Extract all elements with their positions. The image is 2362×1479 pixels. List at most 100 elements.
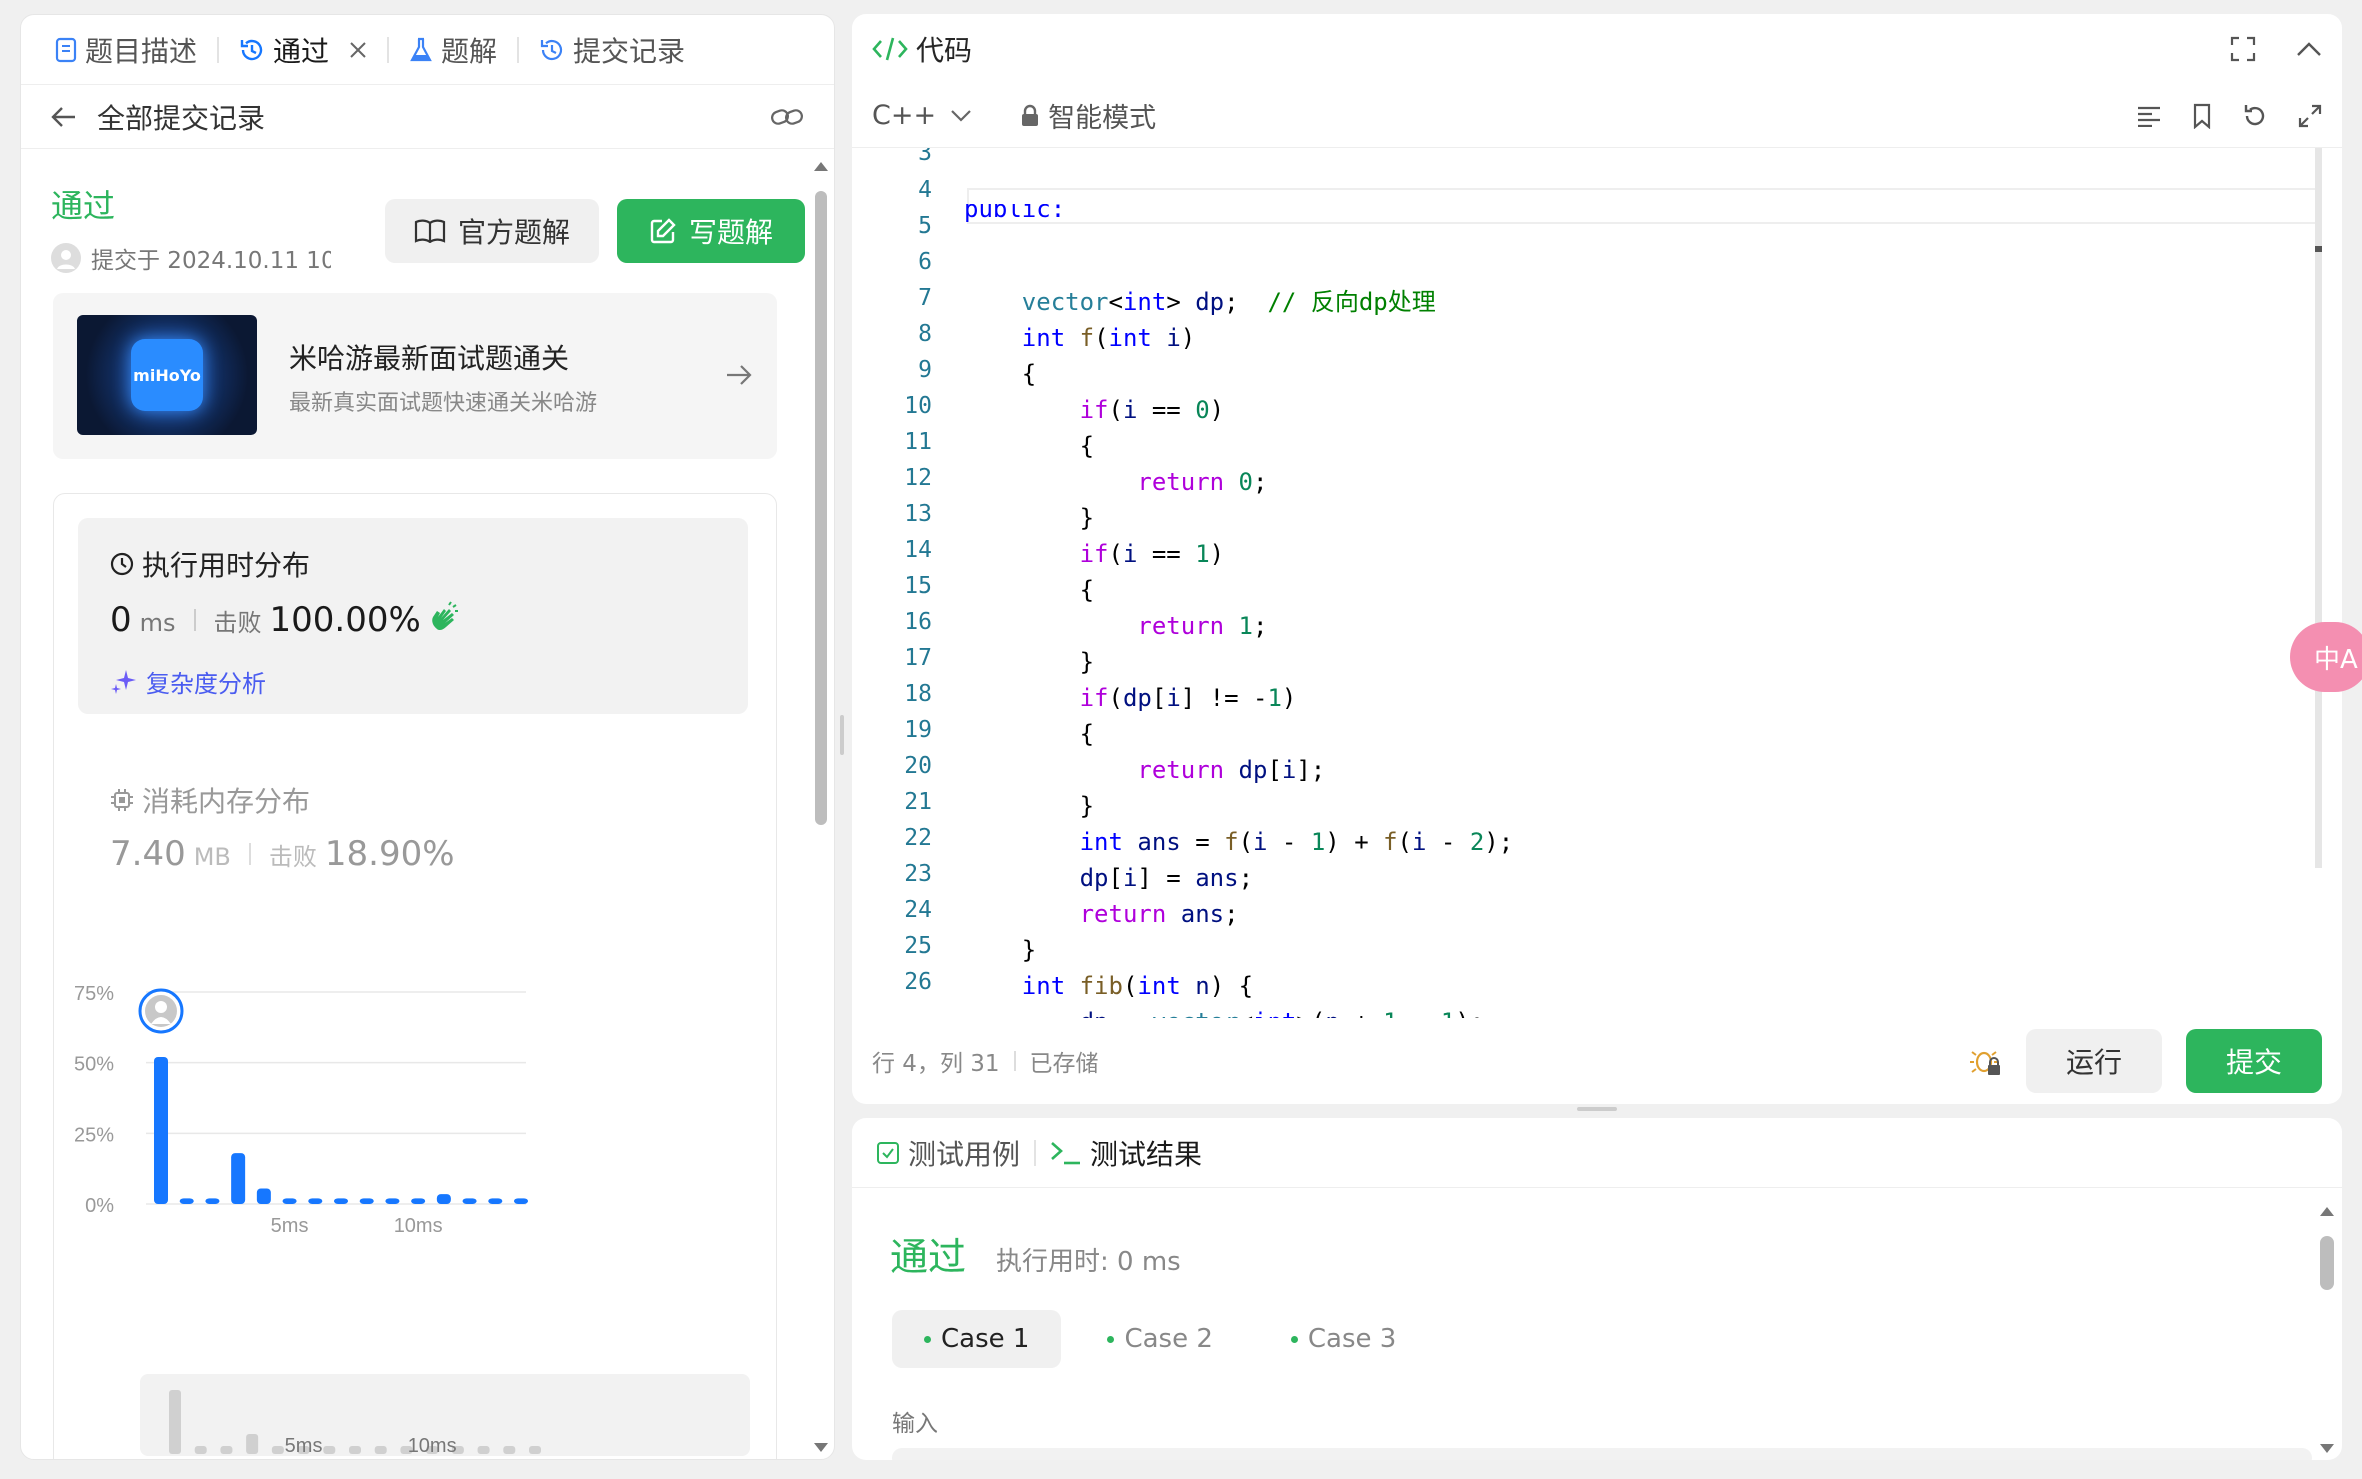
chart-bar[interactable] bbox=[359, 1198, 374, 1204]
tab-accepted[interactable]: 通过 bbox=[229, 30, 377, 70]
code-line: } bbox=[964, 792, 1095, 820]
translate-badge[interactable]: 中A bbox=[2290, 622, 2362, 692]
mihoyo-logo: miHoYo bbox=[77, 315, 257, 435]
line-number: 4 bbox=[918, 177, 932, 203]
chart-bar[interactable] bbox=[334, 1198, 348, 1204]
debug-icon[interactable] bbox=[1970, 1045, 2002, 1077]
input-box[interactable] bbox=[892, 1448, 2312, 1460]
chart-bar[interactable] bbox=[256, 1188, 271, 1204]
official-solution-button[interactable]: 官方题解 bbox=[385, 199, 599, 263]
line-number: 7 bbox=[918, 285, 932, 311]
horizontal-splitter-handle[interactable] bbox=[1577, 1107, 1617, 1111]
runtime-box[interactable]: 执行用时分布 0 ms 击败 100.00% 复杂度分析 bbox=[78, 518, 748, 714]
fullscreen-icon[interactable] bbox=[2230, 36, 2256, 62]
code-line: vector<int> dp; // 反向dp处理 bbox=[1021, 288, 1436, 316]
line-number: 16 bbox=[904, 609, 932, 635]
code-line: return dp[i]; bbox=[1137, 756, 1326, 784]
checkbox-icon bbox=[876, 1141, 900, 1165]
status-accepted: 通过 bbox=[51, 187, 116, 225]
tab-solutions[interactable]: 题解 bbox=[399, 30, 507, 70]
collapse-icon[interactable] bbox=[2296, 41, 2322, 57]
chart-bar[interactable] bbox=[436, 1194, 451, 1204]
chart-bar[interactable] bbox=[308, 1198, 323, 1204]
code-line: int ans = f(i - 1) + f(i - 2); bbox=[1079, 828, 1514, 856]
vertical-splitter-handle[interactable] bbox=[840, 715, 844, 755]
test-runtime: 执行用时: 0 ms bbox=[996, 1247, 1181, 1277]
scroll-thumb[interactable] bbox=[2320, 1236, 2334, 1290]
language-label: C++ bbox=[872, 100, 937, 131]
tab-testcases-label: 测试用例 bbox=[908, 1137, 1021, 1171]
complexity-label: 复杂度分析 bbox=[146, 670, 266, 698]
line-number: 3 bbox=[918, 148, 932, 166]
case-tab-3[interactable]: Case 3 bbox=[1259, 1310, 1428, 1368]
code-line: return 0; bbox=[1137, 468, 1268, 496]
chart-bar[interactable] bbox=[231, 1153, 246, 1204]
scroll-down-icon[interactable] bbox=[2316, 1438, 2338, 1458]
promo-card[interactable]: miHoYo 米哈游最新面试题通关 最新真实面试题快速通关米哈游 bbox=[53, 293, 777, 459]
smart-mode-label: 智能模式 bbox=[1048, 103, 1157, 134]
pass-dot bbox=[1107, 1335, 1115, 1343]
case-tab-label: Case 1 bbox=[941, 1324, 1030, 1354]
minimap-tick-label: 5ms bbox=[285, 1435, 323, 1456]
code-content: public: vector<int> dp; // 反向dp处理 int f(… bbox=[964, 148, 1513, 1018]
complexity-analysis-link[interactable]: 复杂度分析 bbox=[110, 664, 266, 699]
back-to-submissions[interactable]: 全部提交记录 bbox=[51, 97, 265, 137]
link-icon[interactable] bbox=[770, 106, 804, 128]
tab-description[interactable]: 题目描述 bbox=[45, 30, 207, 70]
left-scrollbar[interactable] bbox=[810, 157, 832, 1457]
code-editor[interactable]: 3 4 5 6 7 8 9 10 11 12 13 14 15 16 17 18 19 20 21 22 23 24 25… bbox=[852, 148, 2322, 1018]
code-line: if(i == 1) bbox=[1079, 540, 1225, 568]
code-line: int fib(int n) { bbox=[1021, 972, 1254, 1000]
reset-icon[interactable] bbox=[2242, 103, 2268, 129]
chart-bar[interactable] bbox=[385, 1198, 400, 1204]
language-select[interactable]: C++ bbox=[872, 100, 972, 131]
editor-toolbar-right bbox=[2136, 103, 2322, 129]
chart-bar[interactable] bbox=[205, 1198, 220, 1204]
tab-testcases[interactable]: 测试用例 bbox=[876, 1133, 1020, 1173]
close-icon[interactable] bbox=[349, 41, 367, 59]
memory-stats: 7.40 MB 击败 18.90% bbox=[110, 834, 455, 874]
test-result-summary: 通过 执行用时: 0 ms bbox=[890, 1226, 1181, 1281]
case-tab-1[interactable]: Case 1 bbox=[892, 1310, 1062, 1368]
case-tab-2[interactable]: Case 2 bbox=[1075, 1310, 1244, 1368]
submit-button[interactable]: 提交 bbox=[2186, 1029, 2322, 1093]
smart-mode[interactable]: 智能模式 bbox=[1020, 96, 1156, 135]
chart-bar[interactable] bbox=[179, 1198, 194, 1204]
scroll-down-icon[interactable] bbox=[810, 1437, 832, 1457]
scroll-up-icon[interactable] bbox=[810, 157, 832, 177]
code-header: 代码 bbox=[852, 14, 2342, 84]
write-solution-button[interactable]: 写题解 bbox=[617, 199, 805, 263]
expand-icon[interactable] bbox=[2298, 104, 2322, 128]
line-number: 20 bbox=[904, 753, 932, 779]
test-scrollbar[interactable] bbox=[2316, 1202, 2338, 1458]
chart-bar[interactable] bbox=[514, 1198, 528, 1204]
memory-header[interactable]: 消耗内存分布 bbox=[110, 780, 310, 820]
mihoyo-logo-text: miHoYo bbox=[131, 339, 203, 411]
chart-minimap[interactable]: 5ms 10ms bbox=[140, 1374, 750, 1456]
line-number: 12 bbox=[904, 465, 932, 491]
editor-actions: 运行 提交 bbox=[1970, 1029, 2322, 1093]
code-icon bbox=[872, 36, 908, 62]
chart-bar[interactable] bbox=[411, 1198, 426, 1204]
bookmark-icon[interactable] bbox=[2192, 103, 2212, 129]
scroll-up-icon[interactable] bbox=[2316, 1202, 2338, 1222]
format-icon[interactable] bbox=[2136, 105, 2162, 127]
runtime-unit: ms bbox=[139, 609, 176, 637]
history-icon bbox=[539, 37, 565, 63]
sparkle-icon bbox=[110, 668, 138, 696]
chart-bar[interactable] bbox=[462, 1198, 477, 1204]
line-number: 22 bbox=[904, 825, 932, 851]
tab-testresults[interactable]: 测试结果 bbox=[1050, 1133, 1202, 1173]
line-number: 5 bbox=[918, 213, 932, 239]
editor-cursor-marker bbox=[2315, 246, 2322, 252]
chart-bar[interactable] bbox=[282, 1198, 297, 1204]
run-button[interactable]: 运行 bbox=[2026, 1029, 2162, 1093]
scroll-thumb[interactable] bbox=[815, 191, 827, 825]
line-number: 26 bbox=[904, 969, 932, 995]
chart-bar[interactable] bbox=[488, 1198, 503, 1204]
x-tick-label: 5ms bbox=[271, 1215, 309, 1237]
runtime-distribution-chart[interactable]: 75% 50% 25% 0% 5ms 10ms bbox=[54, 964, 754, 1264]
tab-submissions[interactable]: 提交记录 bbox=[529, 30, 695, 70]
chart-bar[interactable] bbox=[154, 1057, 168, 1204]
editor-scroll-thumb[interactable] bbox=[2315, 148, 2322, 868]
